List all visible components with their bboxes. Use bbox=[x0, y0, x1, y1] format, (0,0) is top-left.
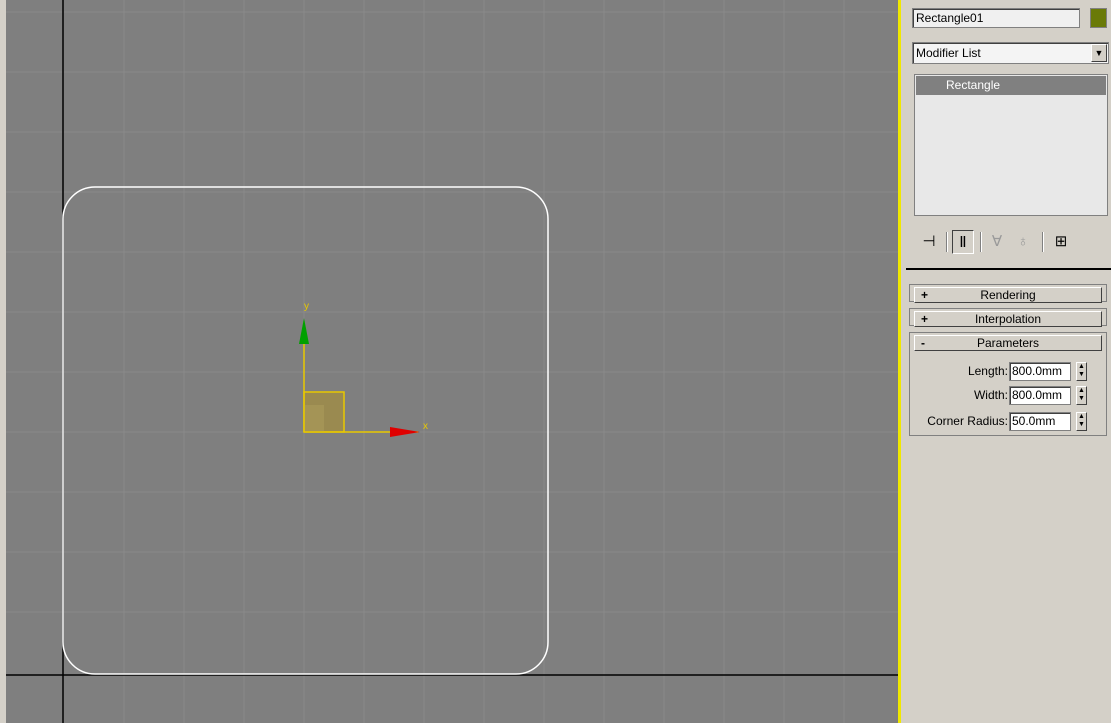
panel-separator bbox=[906, 268, 1111, 270]
toolbar-separator bbox=[980, 232, 982, 252]
rollout-title: Interpolation bbox=[974, 312, 1042, 326]
rollout-rendering[interactable]: + Rendering bbox=[914, 287, 1102, 303]
perspective-viewport[interactable]: y x bbox=[6, 0, 898, 723]
rollout-sign: + bbox=[921, 312, 929, 326]
corner-radius-label: Corner Radius: bbox=[927, 414, 1008, 428]
toolbar-separator bbox=[946, 232, 948, 252]
gizmo-y-label: y bbox=[304, 301, 309, 312]
pin-stack-icon[interactable]: ⊣ bbox=[918, 230, 940, 254]
rollout-title: Rendering bbox=[980, 288, 1036, 302]
modifier-stack[interactable]: Rectangle bbox=[914, 74, 1108, 216]
rollout-sign: - bbox=[921, 336, 925, 350]
gizmo-x-label: x bbox=[423, 421, 428, 432]
corner-radius-input[interactable]: 50.0mm bbox=[1009, 412, 1071, 431]
modifier-list-label: Modifier List bbox=[916, 46, 981, 60]
gizmo-plane-fill bbox=[304, 405, 324, 432]
stack-item-rectangle[interactable]: Rectangle bbox=[916, 76, 1106, 95]
modifier-list-dropdown[interactable]: Modifier List ▼ bbox=[912, 42, 1109, 64]
command-panel: Rectangle01 Modifier List ▼ Rectangle ⊣ … bbox=[906, 0, 1111, 723]
viewport-grid bbox=[6, 0, 898, 723]
dropdown-arrow-icon[interactable]: ▼ bbox=[1091, 44, 1107, 62]
param-length: Length: 800.0mm ▲ ▼ bbox=[906, 362, 1104, 382]
rollout-interpolation[interactable]: + Interpolation bbox=[914, 311, 1102, 327]
param-width: Width: 800.0mm ▲ ▼ bbox=[906, 386, 1104, 406]
configure-modifier-sets-icon[interactable]: ⊞ bbox=[1050, 230, 1072, 254]
length-input[interactable]: 800.0mm bbox=[1009, 362, 1071, 381]
make-unique-icon[interactable]: ∀ bbox=[986, 230, 1008, 254]
width-label: Width: bbox=[973, 388, 1008, 402]
width-spinner[interactable]: ▲ ▼ bbox=[1076, 386, 1087, 405]
rollout-title: Parameters bbox=[976, 336, 1040, 350]
rollout-sign: + bbox=[921, 288, 929, 302]
rollout-parameters[interactable]: - Parameters bbox=[914, 335, 1102, 351]
corner-radius-spinner[interactable]: ▲ ▼ bbox=[1076, 412, 1087, 431]
toolbar-separator bbox=[1042, 232, 1044, 252]
param-corner-radius: Corner Radius: 50.0mm ▲ ▼ bbox=[906, 412, 1104, 432]
show-end-result-icon[interactable]: Ⅱ bbox=[952, 230, 974, 254]
modifier-stack-toolbar: ⊣ Ⅱ ∀ ♁ ⊞ bbox=[916, 228, 1108, 256]
gizmo-y-arrow[interactable] bbox=[299, 318, 309, 344]
remove-modifier-icon[interactable]: ♁ bbox=[1012, 230, 1034, 254]
gizmo-x-arrow[interactable] bbox=[390, 427, 420, 437]
object-name-field[interactable]: Rectangle01 bbox=[912, 8, 1080, 28]
object-color-swatch[interactable] bbox=[1090, 8, 1107, 28]
length-label: Length: bbox=[967, 364, 1008, 378]
length-spinner[interactable]: ▲ ▼ bbox=[1076, 362, 1087, 381]
viewport-canvas[interactable]: y x bbox=[6, 0, 898, 723]
width-input[interactable]: 800.0mm bbox=[1009, 386, 1071, 405]
